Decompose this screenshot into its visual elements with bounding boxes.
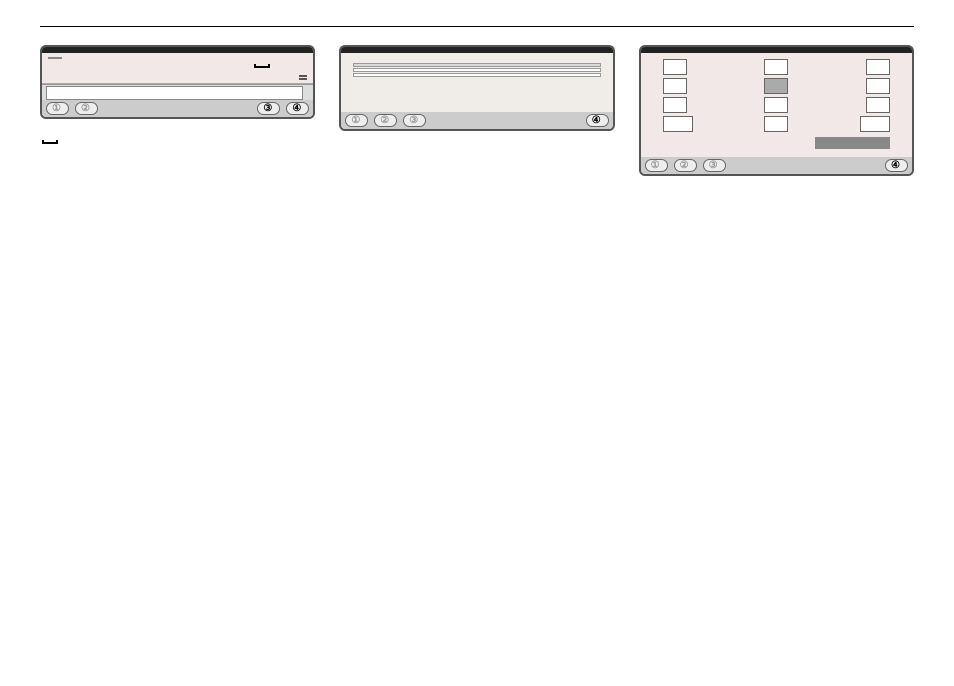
button-town: ③ xyxy=(257,102,280,115)
kb-key xyxy=(82,57,96,59)
kb-key xyxy=(82,78,96,80)
kb-key xyxy=(48,57,62,59)
np-key xyxy=(764,59,788,75)
kb-key xyxy=(133,57,147,59)
kb-key xyxy=(201,78,215,80)
input-field xyxy=(46,86,303,100)
kb-row-5 xyxy=(48,75,307,77)
button-2: ② xyxy=(674,159,697,172)
button-3: ③ xyxy=(703,159,726,172)
kb-key xyxy=(116,60,130,72)
space-symbol-icon xyxy=(42,140,58,144)
kb-key xyxy=(48,78,62,80)
kb-key xyxy=(150,75,164,77)
kb-key xyxy=(65,60,79,72)
kb-key xyxy=(116,75,130,77)
screen-house-number: ① ② ③ ④ xyxy=(639,45,914,176)
kb-key xyxy=(167,60,181,72)
kb-row-6 xyxy=(48,78,307,80)
np-key xyxy=(866,97,890,113)
kb-key xyxy=(235,57,249,59)
kb-key xyxy=(167,75,181,77)
kb-key xyxy=(133,60,147,72)
kb-key xyxy=(218,60,232,72)
kb-row-2 xyxy=(48,60,307,72)
kb-key xyxy=(235,60,249,72)
column-2: ① ② ③ ④ xyxy=(339,45,614,145)
kb-key xyxy=(150,78,164,80)
np-end xyxy=(860,116,890,132)
col1-p2 xyxy=(40,133,315,150)
button-1: ① xyxy=(645,159,668,172)
screen-address-street: ① ② ③ ④ xyxy=(40,45,315,119)
button-1: ① xyxy=(46,102,69,115)
kb-key xyxy=(167,78,181,80)
kb-key xyxy=(48,60,62,72)
number-range xyxy=(663,137,809,149)
kb-key xyxy=(167,57,181,59)
kb-key xyxy=(99,57,113,59)
screen-select-street: ① ② ③ ④ xyxy=(339,45,614,131)
list-item xyxy=(353,63,600,67)
num-input-field xyxy=(815,137,890,149)
button-cancel: ④ xyxy=(586,114,609,127)
kb-key xyxy=(116,78,130,80)
kb-del xyxy=(299,75,307,77)
kb-key xyxy=(218,78,232,80)
np-zero xyxy=(764,116,788,132)
kb-key xyxy=(218,57,232,59)
button-2: ② xyxy=(374,114,397,127)
np-key xyxy=(764,97,788,113)
kb-key xyxy=(184,78,198,80)
page-header xyxy=(40,22,914,27)
kb-key xyxy=(65,78,79,80)
kb-key xyxy=(99,78,113,80)
button-cancel: ④ xyxy=(885,159,908,172)
np-key xyxy=(663,78,687,94)
np-key-selected xyxy=(764,78,788,94)
kb-key xyxy=(184,57,198,59)
kb-key xyxy=(65,57,79,59)
kb-key xyxy=(65,75,79,77)
button-3: ③ xyxy=(403,114,426,127)
kb-key xyxy=(184,75,198,77)
kb-key xyxy=(82,75,96,77)
kb-key xyxy=(201,75,215,77)
button-2: ② xyxy=(75,102,98,115)
column-1: ① ② ③ ④ xyxy=(40,45,315,158)
kb-key xyxy=(133,75,147,77)
kb-key xyxy=(201,57,215,59)
kb-row-1 xyxy=(48,57,307,59)
np-del xyxy=(663,116,693,132)
kb-key xyxy=(269,57,283,59)
kb-key xyxy=(116,57,130,59)
column-3: ① ② ③ ④ xyxy=(639,45,914,190)
kb-key xyxy=(150,60,164,72)
kb-key xyxy=(235,78,249,80)
list-item xyxy=(353,68,600,72)
np-key xyxy=(663,59,687,75)
np-key xyxy=(866,59,890,75)
kb-key xyxy=(201,60,215,72)
list-item xyxy=(353,73,600,77)
kb-end xyxy=(299,78,307,80)
button-cancel: ④ xyxy=(286,102,309,115)
button-1: ① xyxy=(345,114,368,127)
kb-space-key xyxy=(252,60,266,72)
kb-key xyxy=(48,75,62,77)
np-key xyxy=(866,78,890,94)
np-key xyxy=(663,97,687,113)
kb-key xyxy=(82,60,96,72)
kb-key xyxy=(252,57,266,59)
kb-key xyxy=(133,78,147,80)
kb-key xyxy=(184,60,198,72)
kb-key xyxy=(150,57,164,59)
kb-key xyxy=(99,75,113,77)
kb-key xyxy=(99,60,113,72)
